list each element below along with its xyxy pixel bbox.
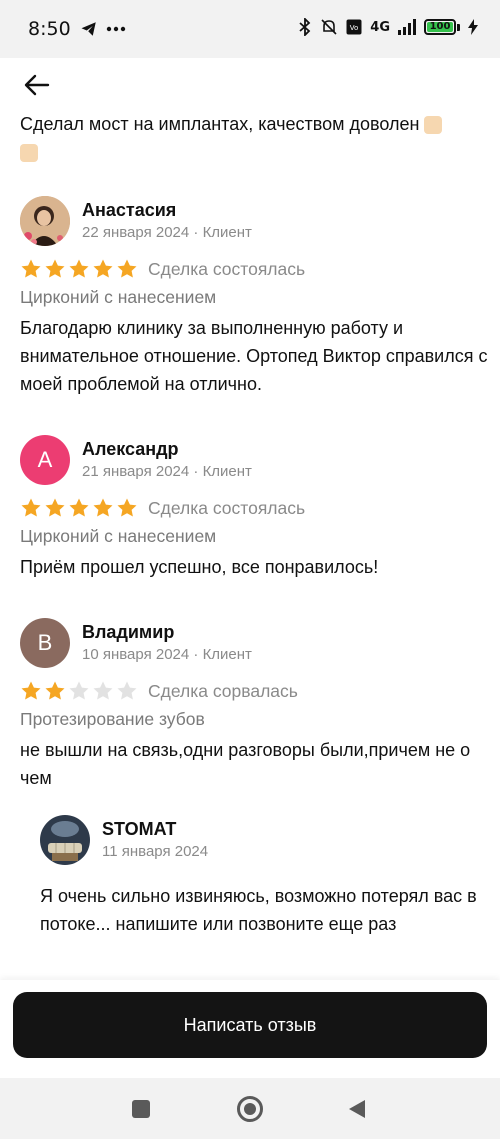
star-filled-icon [45, 681, 65, 700]
star-filled-icon [45, 498, 65, 517]
svg-text:Vo: Vo [350, 24, 359, 32]
telegram-icon [81, 22, 96, 36]
deal-status: Сделка состоялась [148, 258, 306, 279]
charging-icon [468, 19, 478, 35]
rating-stars [20, 258, 138, 280]
rating-stars [20, 680, 138, 702]
business-avatar[interactable] [40, 815, 90, 865]
review-text: Приём прошел успешно, все понравилось! [20, 557, 379, 577]
service-name: Протезирование зубов [20, 709, 205, 729]
network-type: 4G [370, 19, 390, 35]
volte-icon: Vo [346, 19, 362, 35]
back-triangle-icon[interactable] [347, 1098, 367, 1120]
more-dots-icon [106, 26, 126, 32]
review-date: 10 января 2024 · Клиент [82, 646, 252, 663]
battery-icon: 100 [424, 19, 460, 35]
reviewer-name: Анастасия [82, 200, 177, 220]
back-button[interactable] [20, 68, 54, 102]
business-reply: STOMAT 11 января 2024 Я очень сильно изв… [40, 814, 480, 938]
star-filled-icon [21, 259, 41, 278]
business-name: STOMAT [102, 819, 177, 839]
arrow-left-icon [24, 74, 50, 96]
star-filled-icon [45, 259, 65, 278]
avatar[interactable]: В [20, 618, 70, 668]
top-app-bar [0, 58, 500, 113]
reply-text: Я очень сильно извиняюсь, возможно потер… [40, 886, 477, 934]
star-filled-icon [21, 498, 41, 517]
review-date: 22 января 2024 · Клиент [82, 224, 252, 241]
status-time: 8:50 [28, 18, 71, 40]
recents-square-icon[interactable] [131, 1099, 151, 1119]
star-filled-icon [21, 681, 41, 700]
review-item: Анастасия 22 января 2024 · Клиент Сделка… [20, 196, 490, 398]
review-item: В Владимир 10 января 2024 · Клиент Сделк… [20, 618, 490, 792]
review-item: А Александр 21 января 2024 · Клиент Сдел… [20, 435, 490, 581]
review-text: не вышли на связь,одни разговоры были,пр… [20, 740, 471, 788]
user-photo-icon [20, 196, 70, 246]
bottom-action-bar: Написать отзыв [0, 980, 500, 1078]
dental-logo-icon [40, 815, 90, 865]
reviewer-name: Александр [82, 439, 179, 459]
reply-date: 11 января 2024 [102, 843, 209, 860]
home-circle-icon[interactable] [236, 1095, 264, 1123]
review-text: Благодарю клинику за выполненную работу … [20, 318, 488, 394]
deal-status: Сделка сорвалась [148, 680, 298, 701]
partial-review-text: Сделал мост на имплантах, качеством дово… [20, 110, 490, 172]
status-bar: 8:50 Vo 4G 100 [0, 0, 500, 58]
star-empty-icon [117, 681, 137, 700]
star-filled-icon [93, 259, 113, 278]
star-empty-icon [93, 681, 113, 700]
write-review-button[interactable]: Написать отзыв [13, 992, 487, 1058]
avatar[interactable] [20, 196, 70, 246]
signal-icon [398, 19, 416, 35]
rating-stars [20, 497, 138, 519]
review-date: 21 января 2024 · Клиент [82, 463, 252, 480]
star-filled-icon [117, 498, 137, 517]
star-filled-icon [69, 498, 89, 517]
avatar[interactable]: А [20, 435, 70, 485]
service-name: Цирконий с нанесением [20, 526, 217, 546]
service-name: Цирконий с нанесением [20, 287, 217, 307]
hands-emoji-icon [424, 116, 443, 135]
ok-hand-emoji-icon [20, 144, 38, 163]
mute-icon [321, 19, 337, 35]
system-navigation-bar [0, 1078, 500, 1139]
reviewer-name: Владимир [82, 622, 175, 642]
star-filled-icon [69, 259, 89, 278]
star-empty-icon [69, 681, 89, 700]
star-filled-icon [117, 259, 137, 278]
deal-status: Сделка состоялась [148, 497, 306, 518]
star-filled-icon [93, 498, 113, 517]
bluetooth-icon [299, 18, 311, 36]
